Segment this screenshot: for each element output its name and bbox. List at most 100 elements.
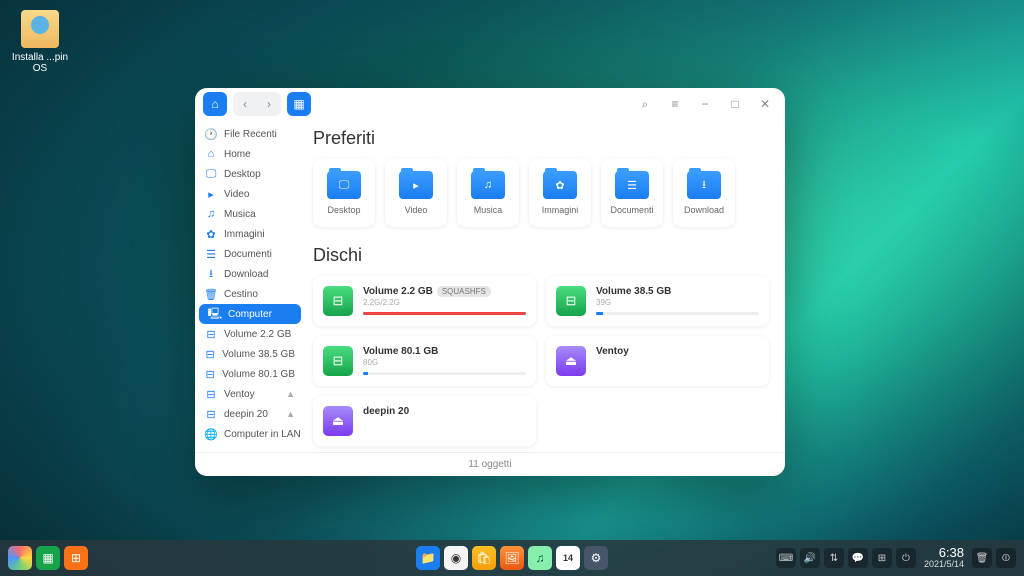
- tray-shutdown-icon[interactable]: ⏼: [996, 548, 1016, 568]
- sidebar-item-computer-in-lan[interactable]: 🌐Computer in LAN: [195, 424, 305, 444]
- dock-album-icon[interactable]: 🖼: [500, 546, 524, 570]
- sidebar-icon: ⊟: [205, 368, 215, 380]
- disk-title: Volume 2.2 GB SQUASHFS: [363, 286, 526, 297]
- favorites-heading: Preferiti: [313, 128, 769, 149]
- sidebar-item-label: Ventoy: [224, 389, 255, 400]
- disk-usage-text: 39G: [596, 298, 759, 307]
- disk-volume-2-2-gb[interactable]: ⊟ Volume 2.2 GB SQUASHFS 2.2G/2.2G: [313, 276, 536, 326]
- disk-icon: ⏏: [323, 406, 353, 436]
- sidebar-item-immagini[interactable]: ✿ Immagini: [195, 224, 305, 244]
- disk-icon: ⊟: [556, 286, 586, 316]
- disk-deepin-20[interactable]: ⏏ deepin 20: [313, 396, 536, 446]
- tray-network-icon[interactable]: ⇅: [824, 548, 844, 568]
- sidebar-item-musica[interactable]: ♫Musica: [195, 204, 305, 224]
- disks-heading: Dischi: [313, 245, 769, 266]
- maximize-button[interactable]: □: [723, 92, 747, 116]
- tray-trash-icon[interactable]: 🗑: [972, 548, 992, 568]
- favorite-label: Download: [684, 205, 724, 215]
- tray-keyboard-icon[interactable]: ⌨: [776, 548, 796, 568]
- menu-button[interactable]: ≡: [663, 92, 687, 116]
- sidebar-icon: 🌐: [205, 428, 217, 440]
- back-button[interactable]: ‹: [233, 92, 257, 116]
- workspace-icon[interactable]: ⊞: [64, 546, 88, 570]
- disk-bar: [596, 312, 759, 315]
- disks-grid: ⊟ Volume 2.2 GB SQUASHFS 2.2G/2.2G ⊟ Vol…: [313, 276, 769, 446]
- disk-volume-38-5-gb[interactable]: ⊟ Volume 38.5 GB 39G: [546, 276, 769, 326]
- launcher-icon[interactable]: [8, 546, 32, 570]
- folder-icon: ▸: [399, 171, 433, 199]
- sidebar-item-video[interactable]: ▸Video: [195, 184, 305, 204]
- dock-filemanager-icon[interactable]: 📁: [416, 546, 440, 570]
- sidebar-icon: 🗑: [205, 288, 217, 300]
- disk-info: Ventoy: [596, 346, 759, 357]
- tray-power-icon[interactable]: ⏻: [896, 548, 916, 568]
- clock-time: 6:38: [924, 546, 964, 560]
- sidebar-icon: ⊟: [205, 388, 217, 400]
- favorite-desktop[interactable]: 🖵Desktop: [313, 159, 375, 227]
- favorite-label: Musica: [474, 205, 503, 215]
- sidebar-item-label: Volume 2.2 GB: [224, 329, 291, 340]
- sidebar-item-deepin-20[interactable]: ⊟deepin 20▲: [195, 404, 305, 424]
- sidebar-item-label: Musica: [224, 209, 256, 220]
- sidebar-item-file-recenti[interactable]: 🕐File Recenti: [195, 124, 305, 144]
- favorite-video[interactable]: ▸Video: [385, 159, 447, 227]
- sidebar-item-cestino[interactable]: 🗑 Cestino: [195, 284, 305, 304]
- sidebar-icon: ☰: [205, 248, 217, 260]
- home-button[interactable]: ⌂: [203, 92, 227, 116]
- eject-icon[interactable]: ▲: [286, 409, 295, 419]
- favorite-documenti[interactable]: ☰Documenti: [601, 159, 663, 227]
- favorite-download[interactable]: ⭳Download: [673, 159, 735, 227]
- desktop-installer-icon[interactable]: Installa ...pin OS: [10, 10, 70, 74]
- disk-usage-text: 2.2G/2.2G: [363, 298, 526, 307]
- minimize-button[interactable]: −: [693, 92, 717, 116]
- disk-info: Volume 2.2 GB SQUASHFS 2.2G/2.2G: [363, 286, 526, 315]
- sidebar-item-volume-80-1-gb[interactable]: ⊟ Volume 80.1 GB: [195, 364, 305, 384]
- statusbar: 11 oggetti: [195, 452, 785, 476]
- sidebar-icon: ✿: [205, 228, 217, 240]
- sidebar-item-computer[interactable]: 🖳Computer: [199, 304, 301, 324]
- dock-settings-icon[interactable]: ⚙: [584, 546, 608, 570]
- dock-music-icon[interactable]: ♫: [528, 546, 552, 570]
- sidebar-item-volume-38-5-gb[interactable]: ⊟Volume 38.5 GB: [195, 344, 305, 364]
- favorite-label: Documenti: [610, 205, 653, 215]
- tray-notifications-icon[interactable]: 💬: [848, 548, 868, 568]
- dock-browser-icon[interactable]: ◉: [444, 546, 468, 570]
- sidebar-item-download[interactable]: ⭳Download: [195, 264, 305, 284]
- sidebar-item-volume-2-2-gb[interactable]: ⊟Volume 2.2 GB: [195, 324, 305, 344]
- clock[interactable]: 6:38 2021/5/14: [920, 546, 968, 570]
- tray-volume-icon[interactable]: 🔊: [800, 548, 820, 568]
- sidebar-item-label: Home: [224, 149, 251, 160]
- sidebar-icon: 🕐: [205, 128, 217, 140]
- dock-store-icon[interactable]: 🛍: [472, 546, 496, 570]
- disk-bar-fill: [363, 372, 368, 375]
- disk-ventoy[interactable]: ⏏ Ventoy: [546, 336, 769, 386]
- favorite-immagini[interactable]: ✿Immagini: [529, 159, 591, 227]
- sidebar-item-ventoy[interactable]: ⊟ Ventoy ▲: [195, 384, 305, 404]
- dock-calendar-icon[interactable]: 14: [556, 546, 580, 570]
- eject-icon[interactable]: ▲: [286, 389, 295, 399]
- sidebar-item-label: Cestino: [224, 289, 258, 300]
- disk-icon: ⏏: [556, 346, 586, 376]
- sidebar-item-documenti[interactable]: ☰Documenti: [195, 244, 305, 264]
- dock-center: 📁 ◉ 🛍 🖼 ♫ 14 ⚙: [416, 546, 608, 570]
- disk-bar-fill: [363, 312, 526, 315]
- multitask-icon[interactable]: ▦: [36, 546, 60, 570]
- disk-title: Volume 80.1 GB: [363, 346, 526, 357]
- disk-bar: [363, 372, 526, 375]
- forward-button[interactable]: ›: [257, 92, 281, 116]
- sidebar-item-home[interactable]: ⌂Home: [195, 144, 305, 164]
- disk-title: Volume 38.5 GB: [596, 286, 759, 297]
- sidebar-item-label: Volume 80.1 GB: [222, 369, 295, 380]
- folder-icon: ✿: [543, 171, 577, 199]
- sidebar-item-desktop[interactable]: 🖵Desktop: [195, 164, 305, 184]
- sidebar-item-label: Immagini: [224, 229, 265, 240]
- disk-info: Volume 80.1 GB 80G: [363, 346, 526, 375]
- favorite-label: Desktop: [327, 205, 360, 215]
- view-icons-button[interactable]: ▦: [287, 92, 311, 116]
- close-button[interactable]: ✕: [753, 92, 777, 116]
- disk-volume-80-1-gb[interactable]: ⊟ Volume 80.1 GB 80G: [313, 336, 536, 386]
- favorite-musica[interactable]: ♫Musica: [457, 159, 519, 227]
- favorites-grid: 🖵Desktop▸Video♫Musica✿Immagini☰Documenti…: [313, 159, 769, 227]
- tray-desktop-icon[interactable]: ⊞: [872, 548, 892, 568]
- search-button[interactable]: ⌕: [633, 92, 657, 116]
